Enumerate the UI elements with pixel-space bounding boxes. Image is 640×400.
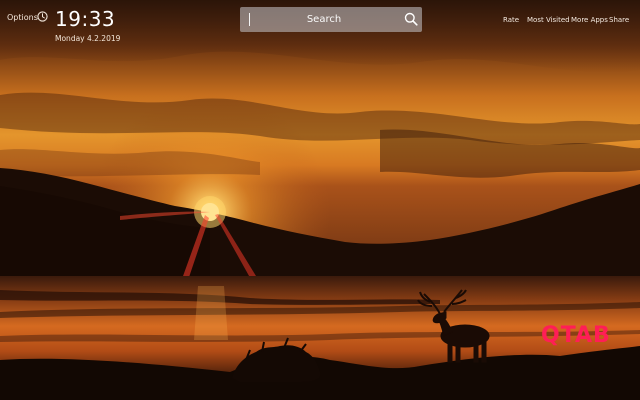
search-input[interactable]: [254, 7, 394, 32]
search-icon[interactable]: [404, 12, 418, 26]
text-cursor: [249, 13, 250, 26]
nav-more-apps-link[interactable]: More Apps: [571, 16, 608, 24]
nav-share-link[interactable]: Share: [609, 16, 629, 24]
clock-time: 19:33: [55, 7, 116, 31]
qtab-logo[interactable]: QTAB: [541, 323, 611, 348]
nav-most-visited-link[interactable]: Most Visited: [527, 16, 570, 24]
search-box[interactable]: [240, 7, 422, 32]
clock-icon[interactable]: [37, 11, 48, 22]
clock-date: Monday 4.2.2019: [55, 34, 121, 43]
options-button[interactable]: Options: [7, 13, 38, 22]
nav-rate-link[interactable]: Rate: [503, 16, 519, 24]
